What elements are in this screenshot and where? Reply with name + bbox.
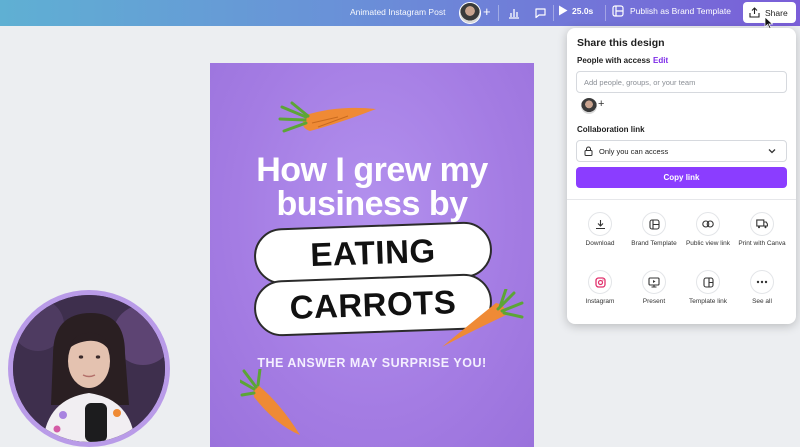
brand-template-icon [642, 212, 666, 236]
present-option-label: Present [642, 298, 666, 305]
presenter-video [13, 295, 165, 442]
chevron-down-icon [768, 149, 776, 154]
download-option-label: Download [585, 240, 615, 247]
share-panel-title: Share this design [577, 37, 665, 49]
toolbar-divider [553, 5, 554, 21]
pill-eating-text: EATING [309, 231, 437, 274]
brand-template-option[interactable]: Brand Template [626, 212, 682, 248]
present-icon [642, 270, 666, 294]
copy-link-button[interactable]: Copy link [576, 167, 787, 188]
toolbar-divider [605, 5, 606, 21]
add-person-icon[interactable]: + [598, 98, 604, 110]
collaboration-link-label: Collaboration link [577, 125, 645, 134]
pill-carrots-text: CARROTS [289, 283, 457, 326]
add-people-placeholder: Add people, groups, or your team [584, 77, 696, 87]
template-link-label: Template link [689, 298, 727, 305]
edit-access-link[interactable]: Edit [653, 56, 668, 65]
access-level-select[interactable]: Only you can access [576, 140, 787, 162]
toolbar-divider [498, 5, 499, 21]
instagram-option[interactable]: Instagram [572, 270, 628, 306]
see-all-option[interactable]: See all [734, 270, 790, 306]
brand-template-option-label: Brand Template [631, 240, 677, 247]
webcam-overlay [8, 290, 170, 447]
duration-label: 25.0s [572, 5, 594, 16]
play-icon [559, 5, 568, 16]
insights-icon[interactable] [505, 4, 523, 22]
brand-template-icon [612, 5, 624, 17]
instagram-option-label: Instagram [585, 298, 615, 305]
download-option[interactable]: Download [572, 212, 628, 248]
share-panel: Share this design People with access Edi… [567, 28, 796, 324]
share-upload-icon [749, 7, 760, 18]
copy-link-label: Copy link [663, 173, 700, 182]
publish-brand-template-label: Publish as Brand Template [630, 6, 731, 16]
owner-avatar[interactable] [581, 98, 597, 114]
comment-icon[interactable] [531, 4, 549, 22]
template-link-icon [696, 270, 720, 294]
instagram-icon [588, 270, 612, 294]
more-icon [750, 270, 774, 294]
add-people-input[interactable]: Add people, groups, or your team [576, 71, 787, 93]
present-option[interactable]: Present [626, 270, 682, 306]
download-icon [588, 212, 612, 236]
carrot-icon [240, 369, 300, 435]
presenter-figure-icon [13, 295, 165, 442]
headline-line-2: business by [276, 185, 468, 223]
lock-icon [584, 146, 593, 156]
design-canvas[interactable]: How I grew my business by EATING CARROTS… [210, 63, 534, 447]
public-view-link-option[interactable]: Public view link [680, 212, 736, 248]
subtitle-text: THE ANSWER MAY SURPRISE YOU! [257, 356, 487, 370]
carrot-icon [278, 101, 376, 133]
add-collaborator-icon[interactable]: + [483, 4, 491, 19]
print-with-canva-option[interactable]: Print with Canva [734, 212, 790, 248]
play-button[interactable]: 25.0s [558, 5, 593, 16]
collaborator-avatar[interactable] [459, 2, 481, 24]
top-toolbar: Animated Instagram Post + 25.0s Publish … [0, 0, 800, 26]
access-level-value: Only you can access [599, 146, 669, 156]
publish-brand-template-button[interactable]: Publish as Brand Template [612, 5, 731, 17]
design-title[interactable]: Animated Instagram Post [350, 7, 445, 17]
print-with-canva-label: Print with Canva [738, 240, 786, 247]
link-icon [696, 212, 720, 236]
carrot-icon [442, 289, 524, 347]
see-all-label: See all [752, 298, 772, 305]
template-link-option[interactable]: Template link [680, 270, 736, 306]
public-view-link-label: Public view link [685, 240, 731, 247]
truck-icon [750, 212, 774, 236]
people-with-access-label: People with access [577, 56, 651, 65]
headline-line-1: How I grew my [256, 151, 488, 189]
panel-divider [567, 199, 796, 200]
